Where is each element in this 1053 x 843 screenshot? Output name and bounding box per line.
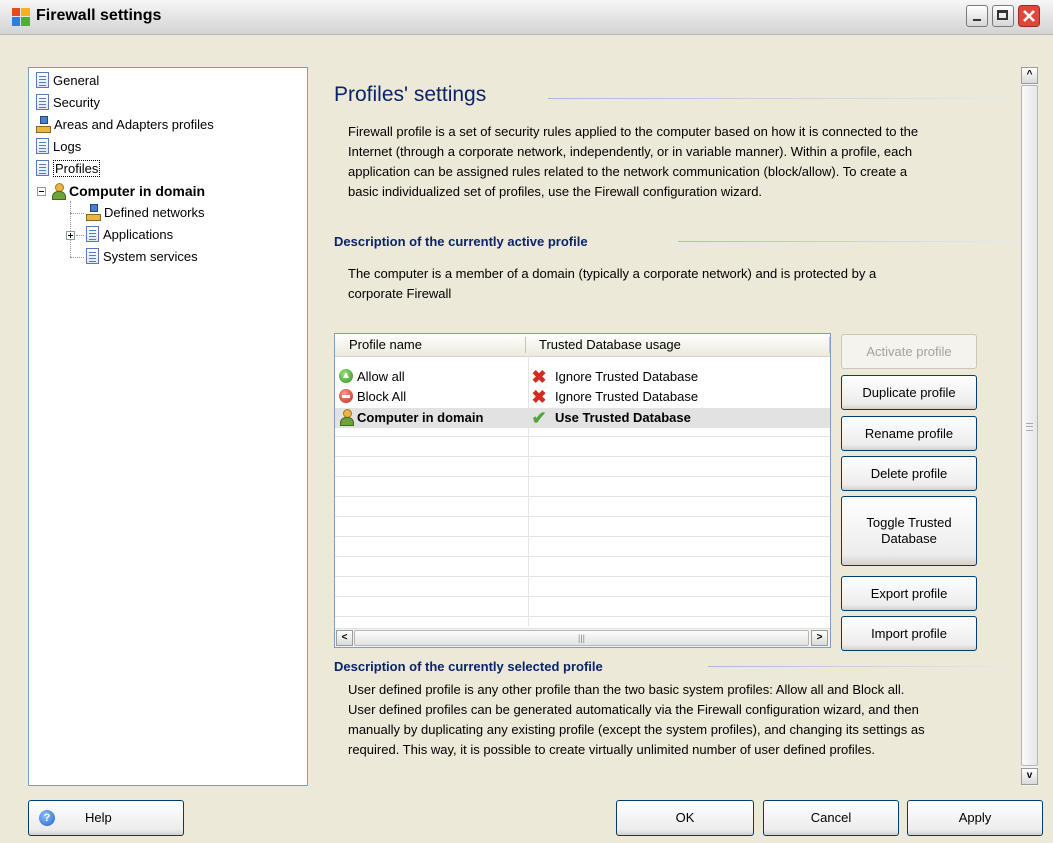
scroll-right-arrow[interactable]: > — [811, 630, 828, 646]
tree-item-label: Security — [53, 95, 100, 110]
page-title: Profiles' settings — [334, 83, 487, 106]
page-icon — [36, 72, 49, 88]
profile-name-cell: Computer in domain — [357, 410, 484, 425]
tree-item-applications[interactable]: Applications — [86, 225, 173, 245]
apply-button[interactable]: Apply — [907, 800, 1043, 836]
maximize-button[interactable] — [992, 5, 1014, 27]
title-divider — [548, 98, 1018, 99]
active-profile-heading: Description of the currently active prof… — [334, 234, 588, 249]
export-profile-button[interactable]: Export profile — [841, 576, 977, 611]
profile-name-cell: Allow all — [357, 369, 405, 384]
trusted-db-cell: Ignore Trusted Database — [555, 389, 699, 404]
window-title: Firewall settings — [36, 7, 162, 24]
tree-item-label: Profiles — [53, 160, 101, 177]
scroll-down-arrow[interactable]: v — [1021, 768, 1038, 785]
tree-item-logs[interactable]: Logs — [36, 137, 81, 157]
intro-text: Firewall profile is a set of security ru… — [348, 124, 919, 199]
firewall-settings-window: Firewall settings General Security Areas… — [0, 0, 1053, 843]
profiles-table[interactable]: Profile name Trusted Database usage Allo… — [334, 333, 831, 648]
check-icon: ✔ — [531, 408, 547, 428]
tree-item-security[interactable]: Security — [36, 93, 100, 113]
scroll-thumb[interactable] — [1021, 85, 1038, 766]
table-row[interactable]: Block All ✖ Ignore Trusted Database — [335, 387, 830, 407]
column-header-trusted-db[interactable]: Trusted Database usage — [539, 337, 681, 352]
tree-item-profiles[interactable]: Profiles — [36, 159, 101, 179]
section-divider — [708, 666, 1018, 667]
firewall-app-icon — [12, 8, 30, 26]
help-button[interactable]: ? Help — [28, 800, 184, 836]
tree-item-general[interactable]: General — [36, 71, 99, 91]
x-icon: ✖ — [531, 387, 547, 407]
close-button[interactable] — [1018, 5, 1040, 27]
page-icon — [86, 248, 99, 264]
help-icon: ? — [39, 810, 55, 826]
duplicate-profile-button[interactable]: Duplicate profile — [841, 375, 977, 410]
minimize-button[interactable] — [966, 5, 988, 27]
collapse-toggle[interactable] — [37, 187, 46, 196]
network-icon — [36, 116, 51, 133]
user-icon — [339, 409, 354, 426]
table-header: Profile name Trusted Database usage — [335, 334, 830, 357]
tree-item-label: Computer in domain — [69, 183, 206, 199]
tree-item-defined-networks[interactable]: Defined networks — [86, 203, 204, 223]
page-icon — [36, 138, 49, 154]
toggle-trusted-database-button[interactable]: Toggle Trusted Database — [841, 496, 977, 566]
page-icon — [86, 226, 99, 242]
ok-button[interactable]: OK — [616, 800, 754, 836]
tree-item-areas-adapters[interactable]: Areas and Adapters profiles — [36, 115, 214, 135]
table-row-selected[interactable]: Computer in domain ✔ Use Trusted Database — [335, 408, 830, 428]
expand-toggle[interactable] — [66, 231, 75, 240]
trusted-db-cell: Use Trusted Database — [555, 410, 691, 425]
selected-profile-heading: Description of the currently selected pr… — [334, 659, 603, 674]
allow-icon — [339, 369, 353, 383]
section-divider — [678, 241, 1018, 242]
user-profile-icon — [51, 183, 66, 200]
tree-item-label: General — [53, 73, 100, 88]
tree-item-label: System services — [103, 249, 198, 264]
tree-item-system-services[interactable]: System services — [86, 247, 198, 267]
tree-item-label: Applications — [103, 227, 174, 242]
tree-item-label: Logs — [53, 139, 82, 154]
selected-profile-description: User defined profile is any other profil… — [348, 682, 925, 757]
trusted-db-cell: Ignore Trusted Database — [555, 369, 699, 384]
profiles-settings-panel: Profiles' settings Firewall profile is a… — [318, 67, 1020, 786]
cancel-button[interactable]: Cancel — [763, 800, 899, 836]
x-icon: ✖ — [531, 367, 547, 387]
settings-tree: General Security Areas and Adapters prof… — [28, 67, 308, 786]
profile-name-cell: Block All — [357, 389, 407, 404]
import-profile-button[interactable]: Import profile — [841, 616, 977, 651]
vertical-scrollbar[interactable]: ^ v — [1021, 67, 1038, 786]
scroll-left-arrow[interactable]: < — [336, 630, 353, 646]
activate-profile-button[interactable]: Activate profile — [841, 334, 977, 369]
horizontal-scrollbar[interactable]: < ||| > — [335, 628, 830, 647]
table-row[interactable]: Allow all ✖ Ignore Trusted Database — [335, 367, 830, 387]
network-icon — [86, 204, 101, 221]
tree-item-computer-in-domain[interactable]: Computer in domain — [51, 181, 205, 201]
rename-profile-button[interactable]: Rename profile — [841, 416, 977, 451]
page-icon — [36, 94, 49, 110]
scroll-up-arrow[interactable]: ^ — [1021, 67, 1038, 84]
page-icon — [36, 160, 49, 176]
scroll-thumb[interactable]: ||| — [354, 630, 809, 646]
block-icon — [339, 389, 353, 403]
active-profile-description: The computer is a member of a domain (ty… — [348, 266, 877, 301]
tree-item-label: Defined networks — [104, 205, 205, 220]
column-header-profile-name[interactable]: Profile name — [349, 337, 422, 352]
tree-item-label: Areas and Adapters profiles — [54, 117, 214, 132]
title-bar[interactable]: Firewall settings — [0, 0, 1053, 35]
delete-profile-button[interactable]: Delete profile — [841, 456, 977, 491]
